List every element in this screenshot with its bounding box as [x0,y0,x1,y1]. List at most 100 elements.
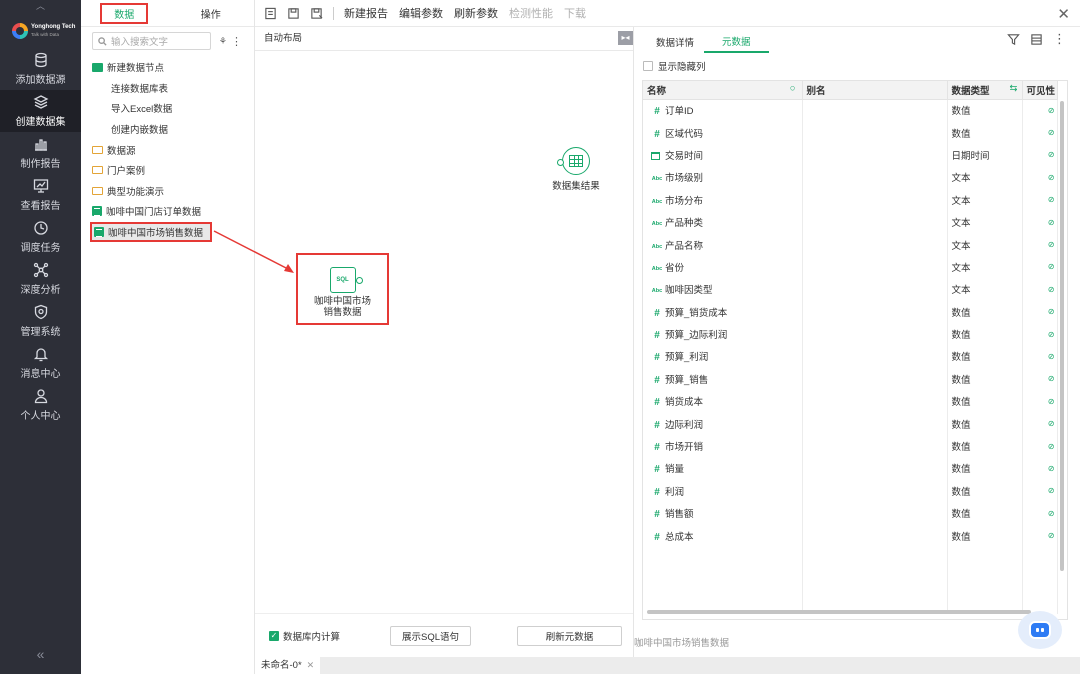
table-row[interactable]: # 预算_销售 数值 ⊘ [643,367,1058,391]
dataset-result-node[interactable]: 数据集结果 [546,147,606,192]
cell-alias[interactable] [802,278,948,301]
cell-name[interactable]: Abc 市场分布 [643,188,803,211]
show-hidden-checkbox[interactable] [643,61,653,71]
cell-alias[interactable] [802,300,948,323]
column-header-visible[interactable]: 可见性 [1022,81,1058,100]
cell-alias[interactable] [802,457,948,480]
search-icon[interactable]: ○ [790,83,796,94]
sql-node[interactable]: SQL 咖啡中国市场 销售数据 [296,253,389,325]
table-row[interactable]: Abc 省份 文本 ⊘ [643,255,1058,279]
cell-alias[interactable] [802,143,948,167]
save-icon[interactable] [287,7,300,20]
cell-type[interactable]: 数值 [947,322,1023,346]
more-icon[interactable]: ⋮ [231,35,242,48]
cell-type[interactable]: 数值 [947,390,1023,413]
eye-icon[interactable]: ⊘ [1022,278,1058,301]
eye-icon[interactable]: ⊘ [1022,255,1058,279]
table-row[interactable]: # 总成本 数值 ⊘ [643,524,1058,547]
nav-item-1[interactable]: 创建数据集 [0,90,81,132]
tree-node[interactable]: 咖啡中国门店订单数据 [81,201,254,222]
cell-name[interactable]: # 预算_边际利润 [643,322,803,346]
column-header-alias[interactable]: 别名 [802,81,948,100]
cell-alias[interactable] [802,188,948,211]
cell-type[interactable]: 数值 [947,479,1023,503]
eye-icon[interactable]: ⊘ [1022,322,1058,346]
cell-name[interactable]: # 订单ID [643,99,803,122]
cell-alias[interactable] [802,345,948,368]
cell-type[interactable]: 数值 [947,345,1023,368]
design-canvas[interactable]: 自动布局 ▸◂ 数据集结果 SQL 咖啡中国市场 销售数据 ✓ 数据库内计算 展… [255,27,633,657]
list-icon[interactable] [1030,33,1043,46]
eye-icon[interactable]: ⊘ [1022,479,1058,503]
cell-type[interactable]: 数值 [947,121,1023,144]
tree-node[interactable]: 新建数据节点 [81,57,254,78]
cell-type[interactable]: 文本 [947,188,1023,211]
cell-name[interactable]: Abc 产品名称 [643,233,803,256]
cell-type[interactable]: 数值 [947,502,1023,525]
table-row[interactable]: Abc 咖啡因类型 文本 ⊘ [643,278,1058,301]
table-row[interactable]: # 边际利润 数值 ⊘ [643,412,1058,435]
cell-alias[interactable] [802,166,948,189]
eye-icon[interactable]: ⊘ [1022,502,1058,525]
close-icon[interactable]: ✕ [1057,5,1070,23]
horizontal-scrollbar[interactable] [647,610,1031,614]
cell-name[interactable]: # 销货成本 [643,390,803,413]
cell-name[interactable]: # 总成本 [643,524,803,547]
cell-alias[interactable] [802,479,948,503]
eye-icon[interactable]: ⊘ [1022,99,1058,122]
tab-data[interactable]: 数据 [81,0,168,26]
cell-alias[interactable] [802,367,948,391]
table-row[interactable]: Abc 产品种类 文本 ⊘ [643,210,1058,234]
tree-node[interactable]: 导入Excel数据 [81,98,254,119]
eye-icon[interactable]: ⊘ [1022,345,1058,368]
cell-name[interactable]: # 预算_销售 [643,367,803,391]
cell-name[interactable]: # 边际利润 [643,412,803,435]
eye-icon[interactable]: ⊘ [1022,188,1058,211]
db-compute-checkbox[interactable]: ✓ [269,630,279,641]
table-row[interactable]: # 利润 数值 ⊘ [643,479,1058,503]
table-row[interactable]: # 订单ID 数值 ⊘ [643,99,1058,122]
tab-metadata[interactable]: 元数据 [704,34,769,53]
cell-alias[interactable] [802,434,948,458]
cell-alias[interactable] [802,99,948,122]
search-input[interactable]: 输入搜索文字 [92,32,211,50]
eye-icon[interactable]: ⊘ [1022,390,1058,413]
cell-name[interactable]: # 利润 [643,479,803,503]
table-row[interactable]: # 预算_销货成本 数值 ⊘ [643,300,1058,323]
cell-name[interactable]: # 销量 [643,457,803,480]
filter-icon[interactable] [1007,33,1020,46]
cell-alias[interactable] [802,210,948,234]
cell-type[interactable]: 数值 [947,434,1023,458]
cell-alias[interactable] [802,412,948,435]
eye-icon[interactable]: ⊘ [1022,524,1058,547]
cell-type[interactable]: 数值 [947,457,1023,480]
convert-icon[interactable]: ⇆ [1010,83,1018,94]
eye-icon[interactable]: ⊘ [1022,166,1058,189]
table-row[interactable]: # 销货成本 数值 ⊘ [643,390,1058,413]
eye-icon[interactable]: ⊘ [1022,210,1058,234]
eye-icon[interactable]: ⊘ [1022,367,1058,391]
save-as-icon[interactable] [310,7,323,20]
table-row[interactable]: Abc 产品名称 文本 ⊘ [643,233,1058,256]
nav-item-8[interactable]: 个人中心 [0,384,81,426]
show-sql-button[interactable]: 展示SQL语句 [390,625,472,646]
table-row[interactable]: 交易时间 日期时间 ⊘ [643,143,1058,167]
cell-name[interactable]: Abc 省份 [643,255,803,279]
nav-item-3[interactable]: 查看报告 [0,174,81,216]
tab-operations[interactable]: 操作 [168,0,255,26]
new-file-icon[interactable] [264,7,277,20]
refresh-metadata-button[interactable]: 刷新元数据 [517,625,623,646]
cell-type[interactable]: 数值 [947,300,1023,323]
nav-item-5[interactable]: 深度分析 [0,258,81,300]
column-header-name[interactable]: 名称 ○ [643,81,803,100]
cell-alias[interactable] [802,322,948,346]
nav-item-4[interactable]: 调度任务 [0,216,81,258]
close-tab-icon[interactable]: ✕ [307,657,315,674]
filter-icon[interactable]: ⚘ [219,36,227,47]
cell-type[interactable]: 文本 [947,210,1023,234]
cell-alias[interactable] [802,390,948,413]
nav-item-2[interactable]: 制作报告 [0,132,81,174]
cell-name[interactable]: 交易时间 [643,143,803,167]
cell-alias[interactable] [802,255,948,279]
cell-type[interactable]: 文本 [947,255,1023,279]
